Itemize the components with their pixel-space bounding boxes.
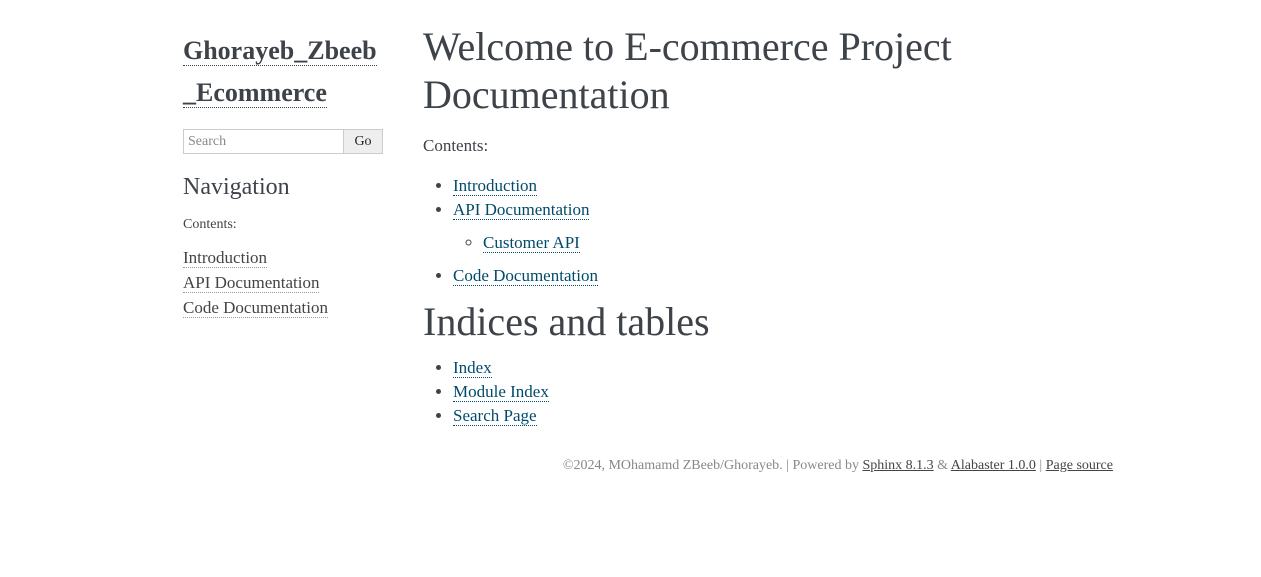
nav-link-api-documentation[interactable]: API Documentation	[183, 273, 320, 293]
toc-link-code-documentation[interactable]: Code Documentation	[453, 266, 598, 286]
toc-link-api-documentation[interactable]: API Documentation	[453, 200, 590, 220]
footer: ©2024, MOhamamd ZBeeb/Ghorayeb. | Powere…	[563, 458, 1113, 474]
toc-sublist: Customer API	[453, 231, 1113, 255]
sidebar: Ghorayeb_Zbeeb_Ecommerce Go Navigation C…	[183, 30, 383, 320]
footer-alabaster-link[interactable]: Alabaster 1.0.0	[951, 458, 1036, 473]
toc-item-api-documentation: API Documentation Customer API	[453, 198, 1113, 255]
navigation-heading: Navigation	[183, 174, 290, 200]
contents-caption: Contents:	[423, 136, 489, 155]
project-logo-link[interactable]: Ghorayeb_Zbeeb_Ecommerce	[183, 30, 383, 114]
indices-list: Index Module Index Search Page	[423, 356, 1113, 428]
footer-powered-by: | Powered by	[782, 458, 863, 473]
indices-heading: Indices and tables	[423, 299, 710, 344]
search-go-button[interactable]: Go	[343, 129, 383, 154]
search-form: Go	[183, 129, 383, 154]
nav-link-introduction[interactable]: Introduction	[183, 248, 268, 268]
nav-item-code-documentation: Code Documentation	[183, 295, 383, 320]
toc-link-customer-api[interactable]: Customer API	[483, 233, 580, 253]
toc-item-code-documentation: Code Documentation	[453, 264, 1113, 288]
nav-item-introduction: Introduction	[183, 245, 383, 270]
indices-item-search-page: Search Page	[453, 404, 1113, 428]
indices-item-index: Index	[453, 356, 1113, 380]
search-input[interactable]	[183, 129, 343, 154]
link-search-page[interactable]: Search Page	[453, 406, 537, 426]
toc-link-introduction[interactable]: Introduction	[453, 176, 538, 196]
navigation-list: Introduction API Documentation Code Docu…	[183, 245, 383, 320]
toc-list: Introduction API Documentation Customer …	[423, 174, 1113, 288]
nav-link-code-documentation[interactable]: Code Documentation	[183, 298, 328, 318]
toc-item-customer-api: Customer API	[483, 231, 1113, 255]
main-content: Welcome to E-commerce Project Documentat…	[423, 23, 1113, 428]
indices-item-module-index: Module Index	[453, 380, 1113, 404]
footer-page-source-link[interactable]: Page source	[1046, 458, 1113, 473]
footer-copyright: ©2024, MOhamamd ZBeeb/Ghorayeb.	[562, 458, 783, 473]
page-title: Welcome to E-commerce Project Documentat…	[423, 24, 952, 117]
link-module-index[interactable]: Module Index	[453, 382, 549, 402]
link-index[interactable]: Index	[453, 358, 492, 378]
nav-item-api-documentation: API Documentation	[183, 270, 383, 295]
navigation-contents-caption: Contents:	[183, 217, 237, 232]
footer-separator: |	[1035, 458, 1046, 473]
toc-item-introduction: Introduction	[453, 174, 1113, 198]
project-logo-text: Ghorayeb_Zbeeb_Ecommerce	[183, 36, 377, 108]
footer-ampersand: &	[933, 458, 951, 473]
footer-sphinx-link[interactable]: Sphinx 8.1.3	[862, 458, 933, 473]
